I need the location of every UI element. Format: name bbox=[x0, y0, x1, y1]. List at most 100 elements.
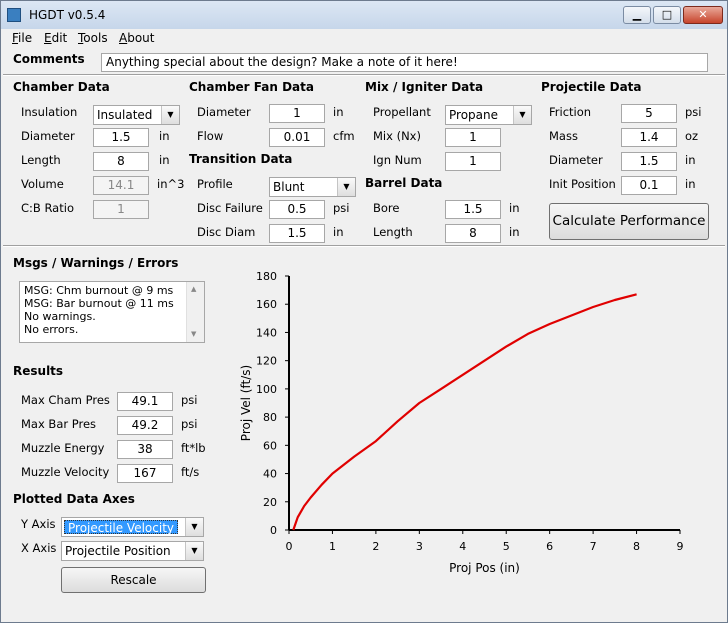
y-tick-label: 100 bbox=[256, 383, 277, 396]
y-tick-label: 120 bbox=[256, 355, 277, 368]
y-tick-label: 40 bbox=[263, 468, 277, 481]
message-line: No errors. bbox=[24, 323, 79, 336]
velocity-position-chart: 0 1 2 3 4 5 6 7 8 9 0 20 40 60 80 100 120 140 160 180 Proj P… bbox=[239, 270, 684, 575]
mix-field[interactable]: 1 bbox=[445, 128, 501, 147]
muzzle-energy-unit: ft*lb bbox=[181, 441, 206, 455]
app-icon bbox=[7, 8, 21, 22]
disc-diam-field[interactable]: 1.5 bbox=[269, 224, 325, 243]
insulation-label: Insulation bbox=[21, 105, 78, 119]
fan-flow-label: Flow bbox=[197, 129, 224, 143]
y-axis-select[interactable]: Projectile Velocity ▼ bbox=[61, 517, 204, 537]
barrel-data-heading: Barrel Data bbox=[365, 176, 443, 190]
ign-num-field[interactable]: 1 bbox=[445, 152, 501, 171]
muzzle-energy-field: 38 bbox=[117, 440, 173, 459]
max-cham-pres-label: Max Cham Pres bbox=[21, 393, 110, 407]
chamber-diameter-unit: in bbox=[159, 129, 170, 143]
chamber-length-field[interactable]: 8 bbox=[93, 152, 149, 171]
max-bar-pres-field: 49.2 bbox=[117, 416, 173, 435]
app-window: HGDT v0.5.4 ▁ □ ✕ File Edit Tools About … bbox=[0, 0, 728, 623]
menu-edit-accel: E bbox=[44, 31, 52, 45]
muzzle-velocity-label: Muzzle Velocity bbox=[21, 465, 110, 479]
muzzle-velocity-unit: ft/s bbox=[181, 465, 200, 479]
mass-field[interactable]: 1.4 bbox=[621, 128, 677, 147]
comments-field[interactable]: Anything special about the design? Make … bbox=[101, 53, 708, 72]
fan-flow-unit: cfm bbox=[333, 129, 355, 143]
barrel-length-field[interactable]: 8 bbox=[445, 224, 501, 243]
y-tick-label: 0 bbox=[270, 524, 277, 537]
fan-diameter-unit: in bbox=[333, 105, 344, 119]
message-line: No warnings. bbox=[24, 310, 96, 323]
fan-diameter-field[interactable]: 1 bbox=[269, 104, 325, 123]
proj-diameter-field[interactable]: 1.5 bbox=[621, 152, 677, 171]
comments-label: Comments bbox=[13, 52, 85, 66]
message-line: MSG: Chm burnout @ 9 ms bbox=[24, 284, 174, 297]
chevron-down-icon[interactable]: ▼ bbox=[185, 542, 203, 560]
plotted-axes-heading: Plotted Data Axes bbox=[13, 492, 135, 506]
mass-unit: oz bbox=[685, 129, 699, 143]
x-tick-label: 7 bbox=[590, 540, 597, 553]
propellant-select[interactable]: Propane ▼ bbox=[445, 105, 532, 125]
close-button[interactable]: ✕ bbox=[683, 6, 723, 24]
cb-ratio-label: C:B Ratio bbox=[21, 201, 74, 215]
menu-file[interactable]: File bbox=[12, 31, 32, 45]
chamber-length-unit: in bbox=[159, 153, 170, 167]
friction-field[interactable]: 5 bbox=[621, 104, 677, 123]
chevron-down-icon[interactable]: ▼ bbox=[513, 106, 531, 124]
profile-select[interactable]: Blunt ▼ bbox=[269, 177, 356, 197]
profile-value: Blunt bbox=[273, 180, 305, 194]
insulation-select[interactable]: Insulated ▼ bbox=[93, 105, 180, 125]
bore-label: Bore bbox=[373, 201, 400, 215]
mix-data-heading: Mix / Igniter Data bbox=[365, 80, 484, 94]
x-tick-label: 4 bbox=[459, 540, 466, 553]
menu-bar: File Edit Tools About bbox=[1, 29, 727, 48]
friction-label: Friction bbox=[549, 105, 592, 119]
menu-about[interactable]: About bbox=[119, 31, 155, 45]
muzzle-velocity-field: 167 bbox=[117, 464, 173, 483]
menu-edit[interactable]: Edit bbox=[44, 31, 67, 45]
chamber-diameter-field[interactable]: 1.5 bbox=[93, 128, 149, 147]
propellant-label: Propellant bbox=[373, 105, 431, 119]
minimize-button[interactable]: ▁ bbox=[623, 6, 651, 24]
disc-failure-unit: psi bbox=[333, 201, 350, 215]
menu-tools-label: ools bbox=[83, 31, 108, 45]
y-tick-label: 60 bbox=[263, 439, 277, 452]
x-tick-label: 2 bbox=[372, 540, 379, 553]
proj-diameter-unit: in bbox=[685, 153, 696, 167]
title-bar[interactable]: HGDT v0.5.4 ▁ □ ✕ bbox=[1, 1, 727, 29]
chevron-down-icon[interactable]: ▼ bbox=[185, 518, 203, 536]
propellant-value: Propane bbox=[449, 108, 498, 122]
volume-label: Volume bbox=[21, 177, 64, 191]
maximize-button[interactable]: □ bbox=[653, 6, 681, 24]
rescale-button[interactable]: Rescale bbox=[61, 567, 206, 593]
x-tick-label: 6 bbox=[546, 540, 553, 553]
max-bar-pres-label: Max Bar Pres bbox=[21, 417, 97, 431]
cb-ratio-field: 1 bbox=[93, 200, 149, 219]
velocity-curve bbox=[292, 293, 637, 531]
chevron-down-icon[interactable]: ▼ bbox=[161, 106, 179, 124]
profile-label: Profile bbox=[197, 177, 233, 191]
messages-scrollbar[interactable]: ▲ ▼ bbox=[186, 282, 204, 342]
init-position-field[interactable]: 0.1 bbox=[621, 176, 677, 195]
proj-diameter-label: Diameter bbox=[549, 153, 603, 167]
y-axis-title: Proj Vel (ft/s) bbox=[239, 365, 253, 441]
bore-field[interactable]: 1.5 bbox=[445, 200, 501, 219]
ign-num-label: Ign Num bbox=[373, 153, 422, 167]
menu-file-label: ile bbox=[18, 31, 33, 45]
calculate-performance-button[interactable]: Calculate Performance bbox=[549, 203, 709, 240]
scroll-down-icon[interactable]: ▼ bbox=[191, 330, 196, 338]
results-heading: Results bbox=[13, 364, 64, 378]
barrel-length-unit: in bbox=[509, 225, 520, 239]
volume-unit: in^3 bbox=[157, 177, 185, 191]
mix-label: Mix (Nx) bbox=[373, 129, 421, 143]
x-axis-select[interactable]: Projectile Position ▼ bbox=[61, 541, 204, 561]
fan-flow-field[interactable]: 0.01 bbox=[269, 128, 325, 147]
messages-list[interactable]: MSG: Chm burnout @ 9 ms MSG: Bar burnout… bbox=[19, 281, 205, 343]
y-tick-label: 20 bbox=[263, 496, 277, 509]
x-axis-label: X Axis bbox=[21, 541, 57, 555]
init-position-unit: in bbox=[685, 177, 696, 191]
init-position-label: Init Position bbox=[549, 177, 616, 191]
menu-tools[interactable]: Tools bbox=[78, 31, 108, 45]
chevron-down-icon[interactable]: ▼ bbox=[337, 178, 355, 196]
disc-failure-field[interactable]: 0.5 bbox=[269, 200, 325, 219]
scroll-up-icon[interactable]: ▲ bbox=[191, 285, 196, 293]
